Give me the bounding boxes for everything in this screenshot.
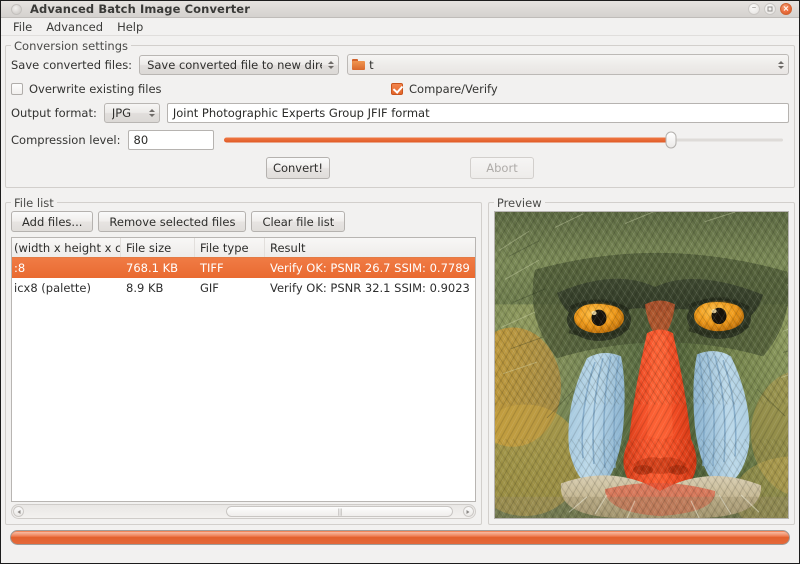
file-list-table: (width x height x col File size File typ…: [11, 237, 476, 502]
column-header-file-size[interactable]: File size: [121, 238, 195, 257]
table-row[interactable]: icx8 (palette) 8.9 KB GIF Verify OK: PSN…: [12, 278, 475, 298]
window-controls: – ×: [748, 3, 795, 15]
compression-level-row: Compression level: 80: [11, 130, 789, 150]
cell-dimensions: icx8 (palette): [14, 281, 91, 295]
scrollbar-track[interactable]: [25, 506, 462, 517]
action-buttons-row: Convert! Abort: [11, 157, 789, 179]
output-format-value: JPG: [111, 106, 132, 120]
compression-level-value: 80: [133, 133, 149, 147]
menu-file[interactable]: File: [6, 19, 39, 35]
compare-verify-label: Compare/Verify: [409, 82, 498, 96]
column-header-dimensions[interactable]: (width x height x col: [12, 238, 121, 257]
compare-verify-checkbox-box: [391, 83, 403, 95]
checkbox-row: Overwrite existing files Compare/Verify: [11, 82, 789, 96]
overwrite-existing-files-label: Overwrite existing files: [29, 82, 162, 96]
output-directory-chooser[interactable]: t: [347, 54, 789, 75]
conversion-progress-bar: [10, 530, 790, 545]
slider-handle[interactable]: [665, 131, 677, 149]
overwrite-existing-files-checkbox[interactable]: Overwrite existing files: [11, 82, 391, 96]
preview-panel: Preview: [487, 195, 795, 525]
preview-image-area[interactable]: [493, 211, 789, 519]
close-button[interactable]: ×: [780, 3, 792, 15]
window-title: Advanced Batch Image Converter: [30, 2, 250, 16]
menu-advanced[interactable]: Advanced: [39, 19, 110, 35]
file-list-horizontal-scrollbar[interactable]: [11, 504, 476, 519]
status-bar: [5, 545, 795, 563]
add-files-button[interactable]: Add files...: [11, 211, 94, 232]
cell-result: Verify OK: PSNR 26.7 SSIM: 0.7789: [270, 261, 470, 275]
cell-dimensions: :8: [14, 261, 26, 275]
column-header-result[interactable]: Result: [265, 238, 475, 257]
format-chevron-updown-icon: [148, 109, 155, 117]
cell-result: Verify OK: PSNR 32.1 SSIM: 0.9023: [270, 281, 470, 295]
file-list-panel: File list Add files... Remove selected f…: [5, 195, 482, 525]
progress-bar-container: [5, 527, 795, 545]
clear-file-list-button[interactable]: Clear file list: [251, 211, 346, 232]
file-list-header: (width x height x col File size File typ…: [12, 238, 475, 258]
conversion-settings-title: Conversion settings: [11, 39, 131, 53]
compare-verify-checkbox[interactable]: Compare/Verify: [391, 82, 505, 96]
application-window: Advanced Batch Image Converter – × File …: [0, 0, 800, 564]
folder-icon: [352, 59, 366, 70]
file-list-title: File list: [11, 196, 57, 210]
menu-bar: File Advanced Help: [1, 18, 799, 36]
table-row[interactable]: :8 768.1 KB TIFF Verify OK: PSNR 26.7 SS…: [12, 258, 475, 278]
output-format-description-field[interactable]: Joint Photographic Experts Group JFIF fo…: [166, 103, 789, 123]
convert-button[interactable]: Convert!: [266, 157, 330, 179]
conversion-settings-group: Conversion settings Save converted files…: [5, 39, 795, 188]
lower-panels: File list Add files... Remove selected f…: [5, 195, 795, 525]
cell-file-size: 768.1 KB: [126, 261, 179, 275]
title-bar: Advanced Batch Image Converter – ×: [1, 1, 799, 18]
menu-help[interactable]: Help: [110, 19, 150, 35]
scroll-right-icon[interactable]: [462, 506, 474, 517]
column-header-file-type[interactable]: File type: [195, 238, 265, 257]
minimize-button[interactable]: –: [748, 3, 760, 15]
preview-group: Preview: [487, 196, 795, 525]
cell-file-size: 8.9 KB: [126, 281, 164, 295]
save-mode-value: Save converted file to new directory: [147, 57, 322, 72]
output-format-label: Output format:: [11, 106, 97, 120]
mandrill-baboon-preview-image: [494, 212, 788, 518]
slider-fill: [223, 137, 672, 143]
minimize-icon: –: [751, 2, 757, 13]
file-list-group: File list Add files... Remove selected f…: [5, 196, 482, 525]
compression-level-label: Compression level:: [11, 133, 121, 147]
save-mode-combobox[interactable]: Save converted file to new directory: [139, 54, 340, 75]
scrollbar-thumb[interactable]: [225, 506, 454, 517]
progress-sheen: [11, 532, 789, 537]
file-list-body: :8 768.1 KB TIFF Verify OK: PSNR 26.7 SS…: [12, 258, 475, 501]
output-format-combobox[interactable]: JPG: [103, 103, 160, 123]
scroll-left-icon[interactable]: [13, 506, 24, 517]
save-converted-files-label: Save converted files:: [11, 57, 133, 72]
chevron-updown-icon: [328, 60, 335, 69]
output-format-row: Output format: JPG Joint Photographic Ex…: [11, 103, 789, 123]
compression-level-input[interactable]: 80: [127, 130, 214, 150]
file-list-buttons: Add files... Remove selected files Clear…: [11, 211, 476, 232]
maximize-button[interactable]: [764, 3, 776, 15]
output-format-description-value: Joint Photographic Experts Group JFIF fo…: [172, 106, 430, 120]
compression-level-slider[interactable]: [223, 130, 783, 150]
cell-file-type: TIFF: [200, 261, 224, 275]
save-converted-files-row: Save converted files: Save converted fil…: [11, 54, 789, 75]
close-icon: ×: [782, 4, 790, 13]
maximize-icon: [767, 6, 773, 12]
remove-selected-files-button[interactable]: Remove selected files: [98, 211, 247, 232]
app-circle-icon: [11, 3, 22, 15]
output-directory-value: t: [369, 57, 374, 72]
directory-chevron-updown-icon: [778, 60, 784, 69]
abort-button: Abort: [470, 157, 534, 179]
main-content: Conversion settings Save converted files…: [1, 36, 799, 563]
cell-file-type: GIF: [200, 281, 219, 295]
preview-title: Preview: [493, 196, 545, 210]
overwrite-checkbox-box: [11, 83, 23, 95]
